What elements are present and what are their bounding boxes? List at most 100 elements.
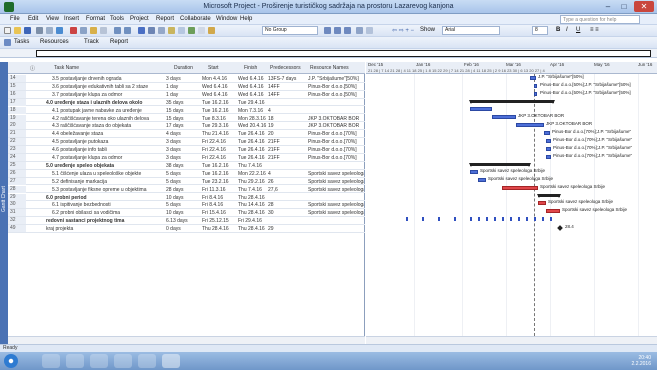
table-row[interactable]: 24 4.7 postavljanje klupa za odmor 3 days F… — [8, 154, 365, 162]
menu-report[interactable]: Report — [156, 16, 174, 22]
task-bar[interactable] — [516, 123, 544, 127]
copy-icon[interactable] — [80, 27, 87, 34]
show-label[interactable]: Show — [420, 27, 435, 33]
table-row[interactable]: 49 kraj projekta 0 days Thu 28.4.16 Thu 28.4… — [8, 225, 365, 233]
table-row[interactable]: 25 5.0 uređenje speleo objekata 38 days Tue… — [8, 161, 365, 170]
minimize-button[interactable]: – — [600, 1, 616, 12]
entry-field[interactable] — [36, 50, 651, 57]
view-bar[interactable]: Gantt Chart — [0, 62, 8, 344]
outline-arrows-icon[interactable]: ⇦ ⇨ + − — [392, 27, 414, 34]
table-row[interactable]: 18 4.1 postupak javne nabavke za uređenje… — [8, 106, 365, 115]
task-bar[interactable] — [470, 107, 492, 111]
task-bar[interactable] — [546, 155, 551, 159]
italic-button[interactable]: I — [566, 27, 568, 33]
font-size-select[interactable]: 8 — [532, 26, 548, 35]
assign-resources-icon[interactable] — [188, 27, 195, 34]
preview-icon[interactable] — [46, 27, 53, 34]
menu-help[interactable]: Help — [240, 16, 252, 22]
task-bar[interactable] — [546, 147, 551, 151]
task-info-icon[interactable] — [168, 27, 175, 34]
taskbar-app-firefox[interactable] — [114, 354, 132, 368]
col-start[interactable]: Start — [208, 65, 219, 71]
paste-icon[interactable] — [90, 27, 97, 34]
taskbar-app-word[interactable] — [138, 354, 156, 368]
taskbar-app-project[interactable] — [162, 354, 180, 368]
critical-task-bar[interactable] — [502, 186, 538, 190]
taskbar-app-explorer[interactable] — [42, 354, 60, 368]
col-task-name[interactable]: Task Name — [54, 65, 79, 71]
maximize-button[interactable]: □ — [616, 1, 632, 12]
table-horizontal-scrollbar[interactable] — [8, 336, 365, 344]
table-row[interactable]: 17 4.0 uređenje staza i ulaznih delova ok… — [8, 98, 365, 107]
guide-tasks[interactable]: Tasks — [14, 39, 29, 45]
critical-task-bar[interactable] — [538, 201, 546, 205]
table-row[interactable]: 27 5.2 definisanje markacija 5 days Tue 23.… — [8, 177, 365, 186]
gantt-horizontal-scrollbar[interactable] — [366, 336, 657, 344]
table-row[interactable]: 29 6.0 probni period 10 days Fri 8.4.16 Thu … — [8, 193, 365, 202]
help-icon[interactable] — [366, 27, 373, 34]
summary-bar[interactable] — [469, 100, 555, 104]
open-icon[interactable] — [14, 27, 21, 34]
help-search-input[interactable]: Type a question for help — [560, 15, 640, 24]
underline-button[interactable]: U — [576, 27, 580, 33]
table-row[interactable]: 26 5.1 čišćenje ulaza u speleološke objek… — [8, 169, 365, 178]
table-row[interactable]: 32 redovni sastanci projektnog tima 6.13 d… — [8, 217, 365, 225]
new-icon[interactable] — [4, 27, 11, 34]
task-bar[interactable] — [546, 139, 551, 143]
critical-task-bar[interactable] — [546, 209, 560, 213]
bold-button[interactable]: B — [556, 27, 560, 33]
save-icon[interactable] — [24, 27, 31, 34]
task-bar[interactable] — [534, 92, 537, 96]
taskbar-app-browser[interactable] — [66, 354, 84, 368]
zoom-in-icon[interactable] — [324, 27, 331, 34]
guide-resources[interactable]: Resources — [40, 39, 69, 45]
group-by-select[interactable]: No Group — [262, 26, 318, 35]
gantt-wizard-icon[interactable] — [356, 27, 363, 34]
table-row[interactable]: 23 4.6 postavljanje info tabli 3 days Fri 2… — [8, 146, 365, 154]
unlink-icon[interactable] — [148, 27, 155, 34]
task-bar[interactable] — [492, 115, 516, 119]
menu-view[interactable]: View — [46, 16, 59, 22]
table-row[interactable]: 21 4.4 obeležavanje staza 4 days Thu 21.4.1… — [8, 130, 365, 139]
menu-collaborate[interactable]: Collaborate — [180, 16, 211, 22]
menu-insert[interactable]: Insert — [64, 16, 79, 22]
publish-icon[interactable] — [198, 27, 205, 34]
link-icon[interactable] — [138, 27, 145, 34]
copy-picture-icon[interactable] — [208, 27, 215, 34]
summary-bar[interactable] — [469, 163, 531, 167]
guide-report[interactable]: Report — [110, 39, 128, 45]
table-row[interactable]: 31 6.2 probni obilasci sa vodičima 10 days… — [8, 209, 365, 218]
table-row[interactable]: 28 5.3 postavljanje fiksne opreme u objek… — [8, 185, 365, 194]
taskbar-app-media[interactable] — [90, 354, 108, 368]
split-task-icon[interactable] — [158, 27, 165, 34]
menu-tools[interactable]: Tools — [110, 16, 124, 22]
start-button[interactable] — [4, 354, 18, 368]
col-finish[interactable]: Finish — [244, 65, 257, 71]
format-painter-icon[interactable] — [100, 27, 107, 34]
col-predecessors[interactable]: Predecessors — [270, 65, 301, 71]
font-select[interactable]: Arial — [442, 26, 500, 35]
table-row[interactable]: 16 3.7 postavljanje klupa za odmor 1 day We… — [8, 90, 365, 99]
menu-project[interactable]: Project — [130, 16, 149, 22]
col-resource-names[interactable]: Resource Names — [310, 65, 349, 71]
cut-icon[interactable] — [70, 27, 77, 34]
table-row[interactable]: 30 6.1 ispitivanje bezbednosti 5 days Fri 8… — [8, 201, 365, 210]
spelling-icon[interactable] — [56, 27, 63, 34]
table-row[interactable]: 22 4.5 postavljanje putokaza 3 days Fri 22.… — [8, 138, 365, 146]
col-duration[interactable]: Duration — [174, 65, 193, 71]
task-bar[interactable] — [470, 170, 478, 174]
menu-edit[interactable]: Edit — [28, 16, 38, 22]
notes-icon[interactable] — [178, 27, 185, 34]
task-bar[interactable] — [544, 131, 550, 135]
zoom-out-icon[interactable] — [334, 27, 341, 34]
guide-toggle-icon[interactable] — [4, 39, 11, 46]
table-row[interactable]: 14 3.5 postavljanje drvenih ograda 3 days M… — [8, 75, 365, 83]
menu-file[interactable]: File — [10, 16, 20, 22]
table-row[interactable]: 15 3.6 postavljanje edukativnih tabli sa … — [8, 82, 365, 91]
system-tray-clock[interactable]: 20:40 2.2.2016 — [632, 355, 651, 367]
menu-window[interactable]: Window — [216, 16, 237, 22]
task-bar[interactable] — [478, 178, 486, 182]
undo-icon[interactable] — [114, 27, 121, 34]
table-row[interactable]: 19 4.2 raščišćavanje terena oko ulaznih d… — [8, 114, 365, 123]
align-icon[interactable]: ≡ ≡ — [590, 27, 599, 33]
